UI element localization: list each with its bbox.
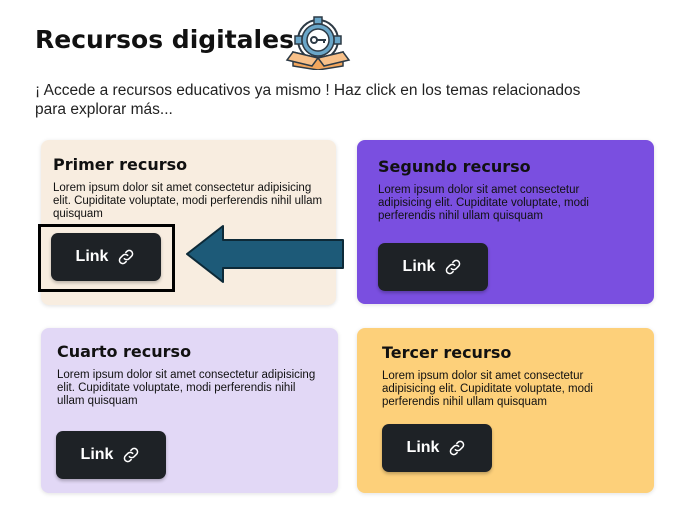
highlight-box — [38, 224, 175, 292]
link-chain-icon — [446, 259, 461, 275]
link-button-label: Link — [406, 439, 440, 456]
link-button-label: Link — [402, 258, 436, 275]
card-description: Lorem ipsum dolor sit amet consectetur a… — [53, 182, 323, 220]
link-button-label: Link — [80, 446, 114, 463]
link-button[interactable]: Link — [382, 424, 492, 472]
card-title: Cuarto recurso — [57, 342, 192, 361]
arrow-left-icon — [186, 225, 344, 283]
card-description: Lorem ipsum dolor sit amet consectetur a… — [378, 184, 589, 222]
resource-card-segundo: Segundo recurso Lorem ipsum dolor sit am… — [357, 140, 654, 304]
page-title: Recursos digitales — [35, 25, 294, 54]
page-title-text: Recursos digitales — [35, 25, 294, 54]
card-title: Segundo recurso — [378, 157, 531, 176]
card-description: Lorem ipsum dolor sit amet consectetur a… — [57, 369, 316, 407]
intro-text: ¡ Accede a recursos educativos ya mismo … — [35, 82, 581, 118]
link-chain-icon — [124, 447, 139, 463]
resource-card-tercer: Tercer recurso Lorem ipsum dolor sit ame… — [357, 328, 654, 493]
gear-key-box-icon — [285, 16, 351, 70]
link-button[interactable]: Link — [378, 243, 488, 291]
card-description: Lorem ipsum dolor sit amet consectetur a… — [382, 370, 593, 408]
resource-card-cuarto: Cuarto recurso Lorem ipsum dolor sit ame… — [41, 328, 338, 493]
card-title: Primer recurso — [53, 155, 188, 174]
link-chain-icon — [450, 440, 465, 456]
link-button[interactable]: Link — [56, 431, 166, 479]
card-title: Tercer recurso — [382, 343, 512, 362]
